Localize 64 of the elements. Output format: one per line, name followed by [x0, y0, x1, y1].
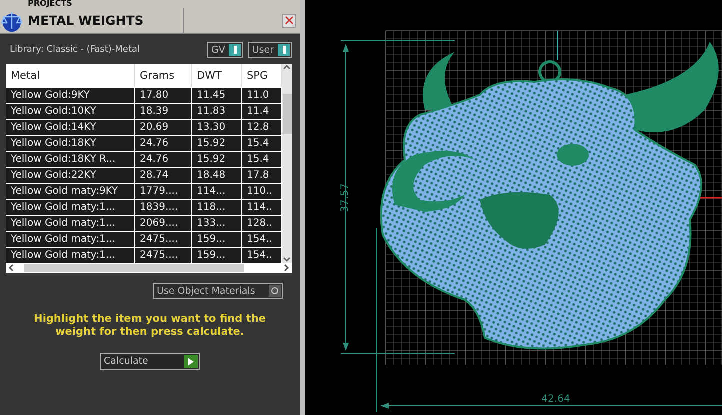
- table-cell[interactable]: 114...: [192, 183, 242, 199]
- table-cell[interactable]: 114..: [242, 199, 282, 215]
- table-cell[interactable]: 159...: [192, 231, 242, 247]
- table-cell[interactable]: 24.76: [135, 151, 192, 167]
- table-cell[interactable]: 18.39: [135, 103, 192, 119]
- table-cell[interactable]: 2475....: [135, 247, 192, 263]
- table-cell[interactable]: 28.74: [135, 167, 192, 183]
- table-cell[interactable]: 11.4: [242, 103, 282, 119]
- table-cell[interactable]: 2475....: [135, 231, 192, 247]
- horizontal-scrollbar[interactable]: [6, 263, 292, 273]
- table-cell[interactable]: 1839....: [135, 199, 192, 215]
- table-cell[interactable]: 15.4: [242, 151, 282, 167]
- table-cell[interactable]: Yellow Gold maty:9KY: [6, 183, 135, 199]
- table-cell[interactable]: 118...: [192, 199, 242, 215]
- table-cell[interactable]: Yellow Gold maty:1...: [6, 215, 135, 231]
- use-object-materials-toggle[interactable]: Use Object Materials: [153, 283, 283, 299]
- calculate-button[interactable]: Calculate: [100, 353, 200, 370]
- play-icon: [188, 358, 194, 366]
- table-cell[interactable]: Yellow Gold:22KY: [6, 167, 135, 183]
- table-cell[interactable]: 11.45: [192, 87, 242, 103]
- table-cell[interactable]: 11.0: [242, 87, 282, 103]
- table-cell[interactable]: Yellow Gold:10KY: [6, 103, 135, 119]
- close-icon: [284, 16, 294, 25]
- panel-title: PROJECTS: [28, 0, 72, 8]
- table-cell[interactable]: 15.4: [242, 135, 282, 151]
- table-cell[interactable]: 110..: [242, 183, 282, 199]
- toggle-button[interactable]: User: [248, 42, 292, 58]
- table-cell[interactable]: 133...: [192, 215, 242, 231]
- instruction-text: Highlight the item you want to find the weight for then press calculate.: [33, 312, 267, 339]
- scroll-left-icon[interactable]: [8, 264, 14, 272]
- table-cell[interactable]: 24.76: [135, 135, 192, 151]
- library-label: Library: Classic - (Fast)-Metal: [10, 45, 140, 55]
- width-dimension-text: 42.64: [542, 394, 570, 405]
- table-cell[interactable]: 128..: [242, 215, 282, 231]
- table-cell[interactable]: Yellow Gold:9KY: [6, 87, 135, 103]
- table-cell[interactable]: 159...: [192, 247, 242, 263]
- table-cell[interactable]: Yellow Gold maty:1...: [6, 199, 135, 215]
- table-cell[interactable]: Yellow Gold:14KY: [6, 119, 135, 135]
- scrollbar-thumb[interactable]: [24, 264, 244, 272]
- table-cell[interactable]: 13.30: [192, 119, 242, 135]
- scroll-down-icon[interactable]: [283, 257, 291, 263]
- table-cell[interactable]: 15.92: [192, 135, 242, 151]
- table-cell[interactable]: Yellow Gold maty:1...: [6, 247, 135, 263]
- table-cell[interactable]: 12.8: [242, 119, 282, 135]
- close-button[interactable]: [282, 14, 296, 28]
- scroll-up-icon[interactable]: [283, 64, 291, 70]
- vertical-scrollbar[interactable]: [282, 64, 292, 263]
- table-cell[interactable]: 18.48: [192, 167, 242, 183]
- table-cell[interactable]: 20.69: [135, 119, 192, 135]
- table-cell[interactable]: 2069....: [135, 215, 192, 231]
- scrollbar-thumb[interactable]: [282, 94, 292, 134]
- table-cell[interactable]: 154..: [242, 247, 282, 263]
- table-cell[interactable]: Yellow Gold:18KY: [6, 135, 135, 151]
- scroll-right-icon[interactable]: [284, 264, 290, 272]
- table-cell[interactable]: 17.8: [242, 167, 282, 183]
- table-cell[interactable]: 17.80: [135, 87, 192, 103]
- panel-title: METAL WEIGHTS: [24, 8, 184, 33]
- table-cell[interactable]: Yellow Gold:18KY R...: [6, 151, 135, 167]
- table-cell[interactable]: 11.83: [192, 103, 242, 119]
- table-cell[interactable]: 154..: [242, 231, 282, 247]
- table-cell[interactable]: 1779....: [135, 183, 192, 199]
- table-cell[interactable]: Yellow Gold maty:1...: [6, 231, 135, 247]
- table-cell[interactable]: 15.92: [192, 151, 242, 167]
- toggle-button[interactable]: GV: [207, 42, 244, 58]
